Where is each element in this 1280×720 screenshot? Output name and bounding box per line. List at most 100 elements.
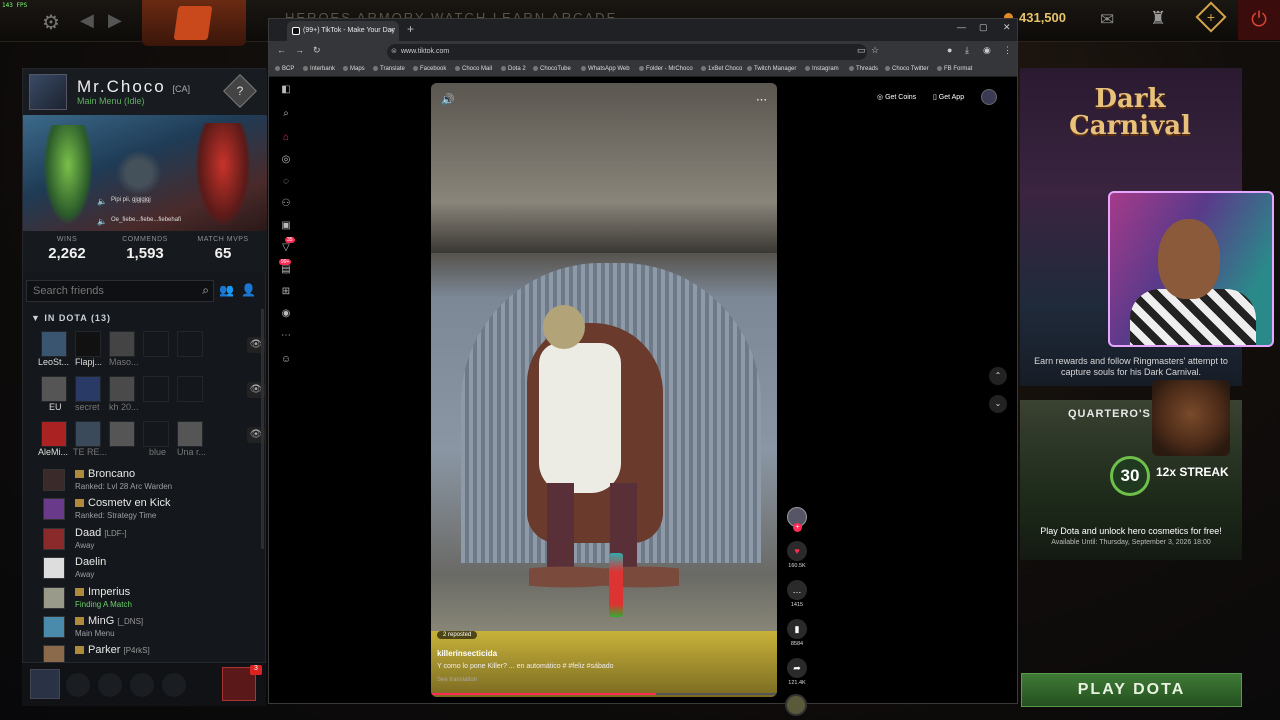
previous-video-chevron-icon[interactable]: ⌃ xyxy=(989,367,1007,385)
friend-row[interactable]: Daelin Away xyxy=(43,555,263,584)
bookmark-item[interactable]: FB Format xyxy=(937,66,972,72)
url-field[interactable]: ⊜ www.tiktok.com xyxy=(387,44,867,60)
settings-gear-icon[interactable]: ⚙ xyxy=(42,10,60,35)
bookmark-item[interactable]: Facebook xyxy=(413,66,446,72)
party-invite-slot[interactable] xyxy=(130,673,154,697)
search-friends-input[interactable] xyxy=(27,281,187,301)
following-avatar-icon[interactable]: ☺ xyxy=(279,353,293,367)
party-member[interactable] xyxy=(177,421,203,447)
mail-icon[interactable]: ✉ xyxy=(1100,10,1114,30)
party-invite-slot[interactable] xyxy=(162,673,186,697)
search-icon[interactable]: ⌕ xyxy=(279,107,293,121)
reload-icon[interactable]: ↻ xyxy=(313,45,321,56)
friend-row[interactable]: Daad [LDF-] Away xyxy=(43,526,263,555)
music-disc-icon[interactable] xyxy=(785,694,807,716)
live-icon[interactable]: ▣ xyxy=(279,219,293,233)
back-arrow-icon[interactable]: ◀ xyxy=(80,10,94,31)
friend-row[interactable]: Cosmetv en Kick Ranked: Strategy Time xyxy=(43,496,263,525)
share-action[interactable]: ➦ 121.4K xyxy=(785,658,809,686)
extension-icon[interactable]: ● xyxy=(947,45,952,55)
bookmark-item[interactable]: Choco Twitter xyxy=(885,66,929,72)
power-exit-icon[interactable]: ⏻ xyxy=(1238,0,1280,40)
close-window-icon[interactable]: ✕ xyxy=(1003,22,1011,33)
party-member[interactable] xyxy=(109,331,135,357)
see-translation-link[interactable]: See translation xyxy=(437,677,477,683)
party-invite-slot[interactable] xyxy=(98,673,122,697)
volume-icon[interactable]: 🔊 xyxy=(441,93,455,106)
inbox-icon[interactable]: ▤ xyxy=(279,263,293,277)
party-member[interactable] xyxy=(109,421,135,447)
profile-icon[interactable]: ◉ xyxy=(279,307,293,321)
video-author[interactable]: killerinsecticida xyxy=(437,649,497,658)
tab-tiktok[interactable]: (99+) TikTok - Make Your Day ✕ xyxy=(287,21,399,41)
search-icon[interactable]: ⌕ xyxy=(202,283,209,298)
dota-plus-button[interactable]: + xyxy=(1195,1,1227,33)
bookmark-item[interactable]: Threads xyxy=(849,66,878,72)
bookmark-item[interactable]: Interbank xyxy=(303,66,335,72)
more-options-icon[interactable]: ⋯ xyxy=(756,93,767,106)
party-member[interactable] xyxy=(109,376,135,402)
following-icon[interactable]: ◌ xyxy=(279,175,293,189)
follow-plus-icon[interactable]: + xyxy=(793,523,802,532)
section-in-dota[interactable]: ▼ IN DOTA (13) xyxy=(31,313,111,323)
friends-icon[interactable]: ⚇ xyxy=(279,197,293,211)
friends-options-icon[interactable]: 👤 xyxy=(241,283,256,297)
comment-action[interactable]: … 1415 xyxy=(785,580,809,608)
site-info-icon[interactable]: ⊜ xyxy=(391,44,397,60)
party-member[interactable] xyxy=(41,421,67,447)
friend-row[interactable]: Broncano Ranked: Lvl 28 Arc Warden xyxy=(43,467,263,496)
user-avatar[interactable] xyxy=(981,89,997,105)
cast-icon[interactable]: ▭ xyxy=(857,45,866,56)
bookmark-item[interactable]: Instagram xyxy=(805,66,839,72)
avatar[interactable] xyxy=(29,74,67,110)
bookmark-item[interactable]: Folder - MrChoco xyxy=(639,66,693,72)
video-player[interactable]: 🔊 ⋯ 2 reposted killerinsecticida Y como … xyxy=(431,83,777,697)
more-icon[interactable]: ⋯ xyxy=(279,329,293,343)
bookmark-item[interactable]: ChocoTube xyxy=(533,66,571,72)
self-avatar[interactable] xyxy=(30,669,60,699)
downloads-icon[interactable]: ⤓ xyxy=(965,45,969,56)
bookmark-item[interactable]: Dota 2 xyxy=(501,66,526,72)
dota-logo-button[interactable] xyxy=(142,0,246,46)
get-app-button[interactable]: ▯ Get App xyxy=(933,93,964,101)
explore-icon[interactable]: ◎ xyxy=(279,153,293,167)
forward-arrow-icon[interactable]: ▶ xyxy=(108,10,122,31)
bookmark-item[interactable]: Maps xyxy=(343,66,365,72)
armory-icon[interactable]: ♜ xyxy=(1150,8,1166,29)
party-invite-slot[interactable] xyxy=(66,673,90,697)
party-member[interactable] xyxy=(75,376,101,402)
hero-showcase[interactable]: 🔈 Pipi pii, gjgjgjgj 🔈 Oe_fiebe...fiebe.… xyxy=(23,115,267,231)
reposted-badge[interactable]: 2 reposted xyxy=(437,631,478,639)
back-icon[interactable]: ← xyxy=(277,45,286,55)
like-action[interactable]: ♥ 160.5K xyxy=(785,541,809,569)
bookmark-star-icon[interactable]: ☆ xyxy=(871,45,879,56)
friend-row[interactable]: Imperius Finding A Match xyxy=(43,585,263,614)
play-dota-button[interactable]: PLAY DOTA xyxy=(1021,673,1242,707)
profile-header[interactable]: Mr.Choco [CA] Main Menu (Idle) ? xyxy=(23,69,267,115)
save-action[interactable]: ▮ 8584 xyxy=(785,619,809,647)
bookmark-item[interactable]: 1xBet Choco xyxy=(701,66,742,72)
party-member[interactable] xyxy=(41,376,67,402)
home-icon[interactable]: ⌂ xyxy=(279,131,293,145)
profile-icon[interactable]: ◉ xyxy=(983,45,991,56)
minimize-icon[interactable]: — xyxy=(957,22,966,32)
forward-icon[interactable]: → xyxy=(295,45,304,55)
friend-row[interactable]: MinG [_DNS] Main Menu xyxy=(43,614,263,643)
bookmark-item[interactable]: WhatsApp Web xyxy=(581,66,630,72)
maximize-icon[interactable]: ▢ xyxy=(979,22,988,33)
bookmark-item[interactable]: Choco Mail xyxy=(455,66,492,72)
party-member[interactable] xyxy=(75,421,101,447)
party-member[interactable] xyxy=(75,331,101,357)
menu-dots-icon[interactable]: ⋮ xyxy=(1003,45,1012,56)
party-member[interactable] xyxy=(41,331,67,357)
next-video-chevron-icon[interactable]: ⌄ xyxy=(989,395,1007,413)
new-tab-icon[interactable]: + xyxy=(407,22,414,36)
rank-medal[interactable]: ? xyxy=(223,74,257,108)
get-coins-button[interactable]: ◎ Get Coins xyxy=(877,93,916,101)
activity-icon[interactable]: ▽ xyxy=(279,241,293,255)
bookmark-item[interactable]: BCP xyxy=(275,66,294,72)
friends-scrollbar[interactable] xyxy=(261,309,264,549)
video-progress-bar[interactable] xyxy=(431,693,777,695)
upload-icon[interactable]: ⊞ xyxy=(279,285,293,299)
add-friend-icon[interactable]: 👥 xyxy=(219,283,234,297)
